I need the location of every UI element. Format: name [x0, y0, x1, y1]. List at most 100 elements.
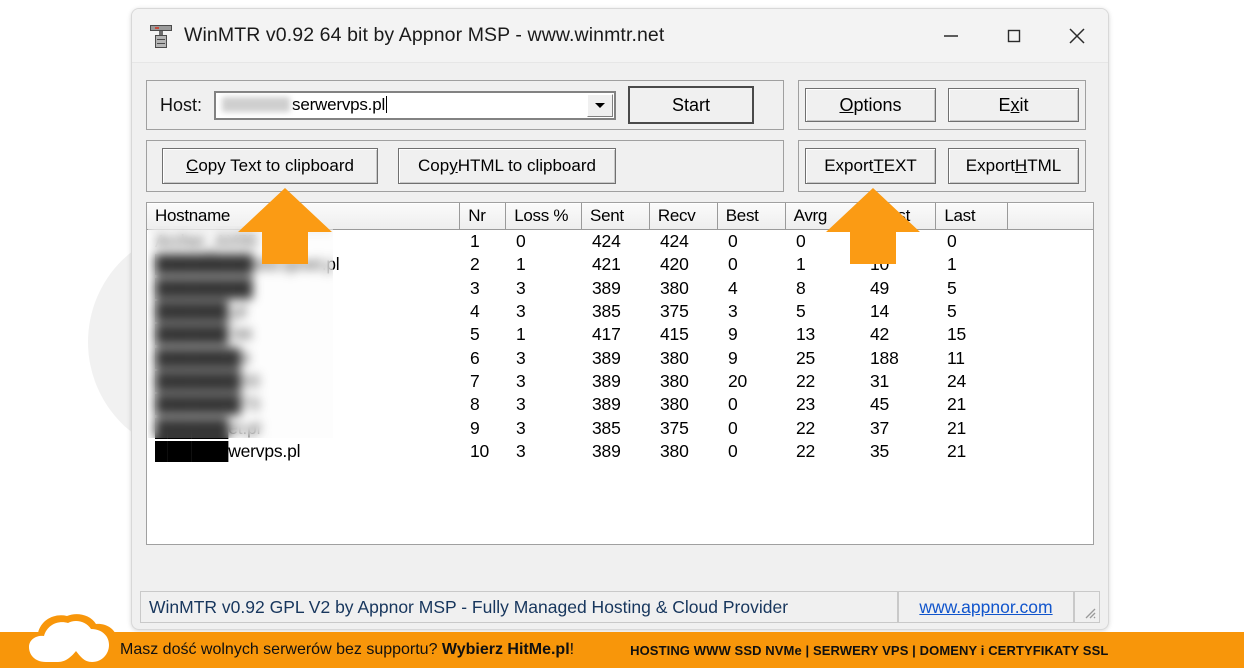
cell-recv: 420 — [660, 254, 689, 275]
cell-avrg: 1 — [796, 254, 806, 275]
banner-service-tags: HOSTING WWW SSD NVMe | SERWERY VPS | DOM… — [630, 642, 1109, 658]
cell-avrg: 22 — [796, 370, 816, 391]
host-group-panel: Host: serwervps.pl Start — [146, 80, 784, 130]
table-row[interactable]: ████████tdsl.tpnet.pl 2 1 421 420 0 1 10 1 — [147, 253, 1093, 276]
table-row[interactable]: ██████ 94 5 1 417 415 9 13 42 15 — [147, 323, 1093, 346]
host-dropdown-button[interactable] — [587, 93, 614, 117]
status-bar-link-pane[interactable]: www.appnor.com — [898, 591, 1074, 623]
cell-loss: 3 — [516, 370, 526, 391]
host-input-value[interactable]: serwervps.pl — [216, 95, 388, 115]
start-button[interactable]: Start — [628, 86, 755, 124]
banner-text-bold: Wybierz HitMe.pl — [441, 641, 570, 658]
options-accel-char: O — [839, 94, 854, 115]
cell-nr: 1 — [470, 231, 480, 252]
export-text-button[interactable]: Export T EXT — [805, 148, 936, 184]
column-header-nr[interactable]: Nr — [460, 203, 507, 229]
screenshot-root: WinMTR v0.92 64 bit by Appnor MSP - www.… — [0, 0, 1244, 668]
column-header-best[interactable]: Best — [717, 203, 786, 229]
cell-hostname: ██████.pl — [155, 301, 247, 322]
cell-sent: 421 — [592, 254, 621, 275]
cell-best: 9 — [728, 347, 738, 368]
column-header-avrg[interactable]: Avrg — [785, 203, 860, 229]
cell-loss: 3 — [516, 440, 526, 461]
table-row[interactable]: ███████73 8 3 389 380 0 23 45 21 — [147, 393, 1093, 416]
cell-last: 15 — [947, 324, 967, 345]
cell-recv: 380 — [660, 440, 689, 461]
traceroute-results-listview[interactable]: Hostname Nr Loss % Sent Recv Best Avrg W… — [146, 202, 1094, 545]
cell-worst: 31 — [870, 370, 890, 391]
table-row[interactable]: ██████et.pl 9 3 385 375 0 22 37 21 — [147, 416, 1093, 439]
table-row[interactable]: Archer_AX55 1 0 424 424 0 0 15 0 — [147, 230, 1093, 253]
column-header-filler — [1008, 203, 1093, 229]
copy-html-to-clipboard-button[interactable]: Cop y HTML to clipboard — [398, 148, 616, 184]
cell-nr: 4 — [470, 301, 480, 322]
column-header-sent[interactable]: Sent — [582, 203, 650, 229]
exit-button[interactable]: Ex it — [948, 88, 1079, 122]
cell-sent: 389 — [592, 394, 621, 415]
copy-html-label-pre: Cop — [418, 156, 450, 175]
cell-sent: 424 — [592, 231, 621, 252]
winmtr-window: WinMTR v0.92 64 bit by Appnor MSP - www.… — [131, 8, 1109, 630]
table-row[interactable]: ███████33 7 3 389 380 20 22 31 24 — [147, 370, 1093, 393]
table-row[interactable]: ██████wervps.pl 10 3 389 380 0 22 35 21 — [147, 440, 1093, 463]
table-row[interactable]: ████████ 3 3 389 380 4 8 49 5 — [147, 277, 1093, 300]
maximize-icon — [1003, 25, 1025, 47]
export-group-panel: Export T EXT Export H TML — [798, 140, 1086, 192]
cell-last: 0 — [947, 231, 957, 252]
cell-worst: 45 — [870, 394, 890, 415]
table-row[interactable]: ███████4 6 3 389 380 9 25 188 11 — [147, 346, 1093, 369]
cell-hostname: ███████33 — [155, 370, 260, 391]
cell-avrg: 23 — [796, 394, 816, 415]
export-html-accel-char: H — [1014, 156, 1028, 175]
options-button[interactable]: Options — [805, 88, 936, 122]
host-combobox[interactable]: serwervps.pl — [214, 90, 617, 120]
minimize-icon — [940, 25, 962, 47]
column-header-last[interactable]: Last — [936, 203, 1009, 229]
minimize-button[interactable] — [919, 9, 982, 63]
cell-last: 5 — [947, 301, 957, 322]
exit-label-post: it — [1019, 94, 1029, 115]
column-header-hostname[interactable]: Hostname — [147, 203, 461, 229]
cell-loss: 1 — [516, 324, 526, 345]
cell-sent: 389 — [592, 347, 621, 368]
cell-best: 20 — [728, 370, 748, 391]
cell-recv: 415 — [660, 324, 689, 345]
cell-worst: 49 — [870, 277, 890, 298]
resize-grip-icon — [1082, 605, 1096, 619]
cell-worst: 35 — [870, 440, 890, 461]
cell-best: 3 — [728, 301, 738, 322]
banner-text-plain: Masz dość wolnych serwerów bez supportu? — [120, 641, 442, 658]
cell-worst: 42 — [870, 324, 890, 345]
advertising-banner[interactable]: Masz dość wolnych serwerów bez supportu?… — [0, 632, 1244, 668]
column-header-recv[interactable]: Recv — [649, 203, 718, 229]
export-html-button[interactable]: Export H TML — [948, 148, 1079, 184]
close-button[interactable] — [1045, 9, 1108, 63]
cell-sent: 389 — [592, 277, 621, 298]
column-header-worst[interactable]: Worst — [859, 203, 937, 229]
clipboard-group-panel: Copy Text to clipboard Cop y HTML to clip… — [146, 140, 784, 192]
cell-last: 5 — [947, 277, 957, 298]
cell-nr: 7 — [470, 370, 480, 391]
cell-last: 1 — [947, 254, 957, 275]
cell-nr: 3 — [470, 277, 480, 298]
cell-sent: 389 — [592, 370, 621, 391]
cell-last: 24 — [947, 370, 967, 391]
cell-nr: 6 — [470, 347, 480, 368]
appnor-website-link[interactable]: www.appnor.com — [919, 597, 1052, 618]
host-value-text: serwervps.pl — [292, 95, 386, 114]
window-resize-grip[interactable] — [1074, 591, 1100, 623]
column-header-loss[interactable]: Loss % — [506, 203, 583, 229]
cell-sent: 385 — [592, 301, 621, 322]
cell-avrg: 22 — [796, 440, 816, 461]
cell-best: 0 — [728, 394, 738, 415]
cell-nr: 10 — [470, 440, 490, 461]
banner-headline: Masz dość wolnych serwerów bez supportu?… — [120, 641, 574, 659]
window-title: WinMTR v0.92 64 bit by Appnor MSP - www.… — [184, 24, 665, 46]
table-row[interactable]: ██████.pl 4 3 385 375 3 5 14 5 — [147, 300, 1093, 323]
cell-loss: 3 — [516, 347, 526, 368]
host-row: Host: serwervps.pl Start Options E x it — [146, 80, 1094, 130]
maximize-button[interactable] — [982, 9, 1045, 63]
copy-text-to-clipboard-button[interactable]: Copy Text to clipboard — [162, 148, 378, 184]
cell-loss: 0 — [516, 231, 526, 252]
cell-last: 21 — [947, 440, 967, 461]
